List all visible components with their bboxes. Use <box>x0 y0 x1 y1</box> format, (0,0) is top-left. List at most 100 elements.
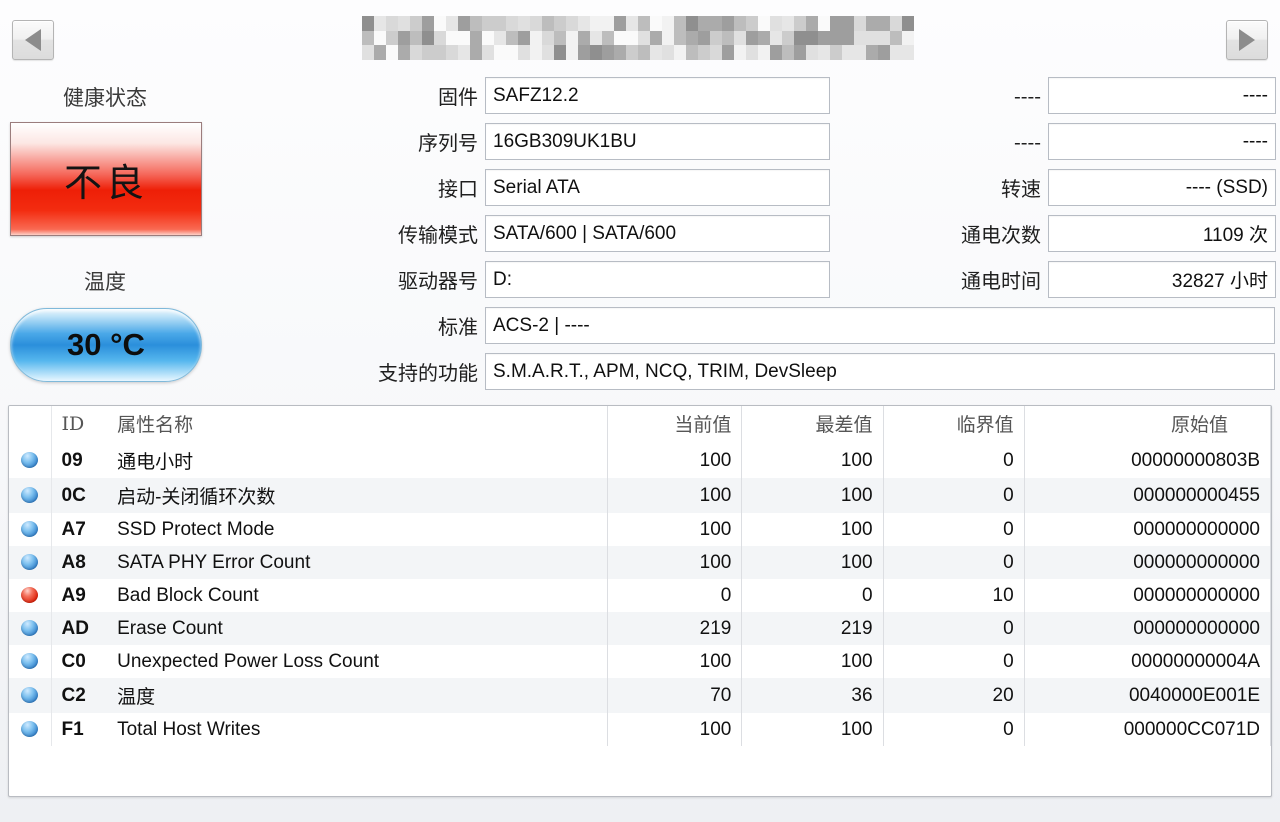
row-worst-value: 219 <box>741 612 884 645</box>
col-current[interactable]: 当前值 <box>607 406 743 443</box>
row-attribute-name: 通电小时 <box>107 443 609 478</box>
field-power-on-hours-value[interactable]: 32827 小时 <box>1048 261 1276 298</box>
mosaic-block <box>878 16 890 60</box>
mosaic-block <box>830 16 842 60</box>
smart-attributes-panel[interactable]: ID 属性名称 当前值 最差值 临界值 原始值 09 通电小时 100 100 0 000… <box>8 405 1272 797</box>
row-current-value: 70 <box>607 678 743 713</box>
table-row[interactable]: A8 SATA PHY Error Count 100 100 0 00000000000… <box>9 546 1271 579</box>
row-worst-value: 100 <box>741 478 884 513</box>
table-row[interactable]: A9 Bad Block Count 0 0 10 000000000000 <box>9 579 1271 612</box>
field-standard-label: 标准 <box>438 315 478 339</box>
field-supported-features-value[interactable]: S.M.A.R.T., APM, NCQ, TRIM, DevSleep <box>485 353 1275 390</box>
next-drive-button[interactable] <box>1226 20 1268 60</box>
table-row[interactable]: F1 Total Host Writes 100 100 0 000000CC071D <box>9 713 1271 746</box>
mosaic-block <box>650 16 662 60</box>
mosaic-block <box>626 16 638 60</box>
row-threshold-value: 20 <box>883 678 1025 713</box>
field-power-on-count-label: 通电次数 <box>961 223 1041 247</box>
mosaic-block <box>398 16 410 60</box>
table-row[interactable]: 0C 启动-关闭循环次数 100 100 0 000000000455 <box>9 478 1271 513</box>
health-status-indicator[interactable]: 不良 <box>10 122 202 236</box>
mosaic-block <box>566 16 578 60</box>
row-worst-value: 100 <box>741 443 884 478</box>
mosaic-block <box>686 16 698 60</box>
status-blue-icon <box>21 687 39 704</box>
row-status-dot <box>9 645 52 678</box>
table-row[interactable]: AD Erase Count 219 219 0 000000000000 <box>9 612 1271 645</box>
table-row[interactable]: C2 温度 70 36 20 0040000E001E <box>9 678 1271 713</box>
mosaic-block <box>734 16 746 60</box>
temperature-value: 30 °C <box>67 327 145 362</box>
field-standard-value[interactable]: ACS-2 | ---- <box>485 307 1275 344</box>
mosaic-block <box>698 16 710 60</box>
col-threshold[interactable]: 临界值 <box>883 406 1025 443</box>
health-status-value: 不良 <box>63 160 148 205</box>
row-id: A9 <box>61 584 86 606</box>
mosaic-block <box>470 16 482 60</box>
table-row[interactable]: C0 Unexpected Power Loss Count 100 100 0 0000… <box>9 645 1271 678</box>
field-drive-letter: 驱动器号 D: <box>330 261 830 298</box>
field-interface-value[interactable]: Serial ATA <box>485 169 830 206</box>
field-transfer-mode-value[interactable]: SATA/600 | SATA/600 <box>485 215 830 252</box>
temperature-indicator[interactable]: 30 °C <box>10 308 202 382</box>
field-firmware-value[interactable]: SAFZ12.2 <box>485 77 830 114</box>
mosaic-block <box>746 16 758 60</box>
field-power-on-hours-label: 通电时间 <box>961 269 1041 293</box>
status-blue-icon <box>21 554 39 571</box>
row-current-value: 219 <box>607 612 743 645</box>
field-right-1-value[interactable]: ---- <box>1048 77 1276 114</box>
field-rotation-rate-value[interactable]: ---- (SSD) <box>1048 169 1276 206</box>
status-blue-icon <box>21 521 39 538</box>
mosaic-block <box>902 16 914 60</box>
row-raw-value: 000000000000 <box>1024 546 1271 579</box>
row-raw-value: 000000000000 <box>1024 513 1271 546</box>
field-firmware-label: 固件 <box>438 85 478 109</box>
row-attribute-name: SSD Protect Mode <box>107 513 609 546</box>
status-blue-icon <box>21 721 39 738</box>
row-id: A8 <box>51 546 108 579</box>
right-arrow-icon <box>1239 29 1255 51</box>
field-firmware: 固件 SAFZ12.2 <box>330 77 830 114</box>
row-worst-value: 100 <box>741 513 884 546</box>
field-standard: 标准 ACS-2 | ---- <box>330 307 1275 344</box>
mosaic-block <box>710 16 722 60</box>
field-drive-letter-value[interactable]: D: <box>485 261 830 298</box>
row-raw-value: 00000000004A <box>1024 645 1271 678</box>
table-row[interactable]: A7 SSD Protect Mode 100 100 0 000000000000 <box>9 513 1271 546</box>
mosaic-block <box>866 16 878 60</box>
col-status <box>9 406 52 443</box>
mosaic-block <box>530 16 542 60</box>
col-id[interactable]: ID <box>51 406 108 443</box>
temperature-label: 温度 <box>84 270 126 294</box>
table-row[interactable]: 09 通电小时 100 100 0 00000000803B <box>9 443 1271 478</box>
mosaic-block <box>590 16 602 60</box>
col-name[interactable]: 属性名称 <box>107 406 609 443</box>
row-attribute-name: SATA PHY Error Count <box>107 546 609 579</box>
field-right-2-value[interactable]: ---- <box>1048 123 1276 160</box>
field-serial-number: 序列号 16GB309UK1BU <box>330 123 830 160</box>
mosaic-block <box>890 16 902 60</box>
mosaic-block <box>794 16 806 60</box>
col-worst[interactable]: 最差值 <box>741 406 884 443</box>
mosaic-block <box>506 16 518 60</box>
field-transfer-mode: 传输模式 SATA/600 | SATA/600 <box>330 215 830 252</box>
row-attribute-name: Unexpected Power Loss Count <box>107 645 609 678</box>
field-power-on-count-value[interactable]: 1109 次 <box>1048 215 1276 252</box>
col-raw[interactable]: 原始值 <box>1024 406 1271 443</box>
mosaic-block <box>422 16 434 60</box>
row-raw-value: 000000000000 <box>1024 579 1271 612</box>
row-attribute-name: Bad Block Count <box>107 579 609 612</box>
row-status-dot <box>9 678 52 713</box>
row-raw-value: 0040000E001E <box>1024 678 1271 713</box>
mosaic-block <box>518 16 530 60</box>
mosaic-block <box>374 16 386 60</box>
field-serial-number-value[interactable]: 16GB309UK1BU <box>485 123 830 160</box>
row-threshold-value: 0 <box>883 713 1025 746</box>
mosaic-block <box>770 16 782 60</box>
mosaic-block <box>458 16 470 60</box>
previous-drive-button[interactable] <box>12 20 54 60</box>
left-arrow-icon <box>25 29 41 51</box>
mosaic-block <box>362 16 374 60</box>
row-current-value: 100 <box>607 513 743 546</box>
row-status-dot <box>9 713 52 746</box>
